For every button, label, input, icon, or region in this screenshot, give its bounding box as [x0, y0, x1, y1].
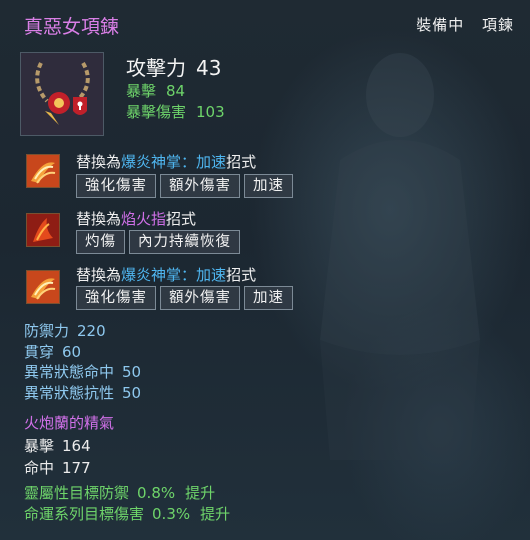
stat-label: 異常狀態命中	[24, 363, 115, 381]
skill-variant[interactable]: 加速	[196, 153, 226, 171]
skill-tag[interactable]: 強化傷害	[76, 174, 156, 198]
skill-tag[interactable]: 強化傷害	[76, 286, 156, 310]
skill-replace-line-1: 替換為爆炎神掌：加速招式	[76, 151, 256, 172]
bonus-line-1: 靈屬性目標防禦 0.8% 提升	[24, 482, 215, 503]
bonus-label: 命運系列目標傷害	[24, 505, 145, 523]
skill-sep: ：	[181, 266, 197, 284]
skill-suffix: 招式	[226, 153, 257, 171]
skill-prefix: 替換為	[76, 266, 122, 284]
skill-tag[interactable]: 加速	[244, 174, 293, 198]
stat-label: 防禦力	[24, 322, 70, 340]
skill-suffix: 招式	[226, 266, 257, 284]
item-tooltip: 真惡女項鍊 裝備中 項鍊 攻擊力 43 暴擊 84 暴擊傷害 103 替換為爆炎…	[0, 0, 530, 540]
skill-tag[interactable]: 內力持續恢復	[129, 230, 240, 254]
bonus-label: 靈屬性目標防禦	[24, 484, 130, 502]
skill-name[interactable]: 爆炎神掌	[121, 153, 181, 171]
skill-tags-2: 灼傷 內力持續恢復	[76, 230, 240, 254]
skill-prefix: 替換為	[76, 153, 122, 171]
skill-tags-3: 強化傷害 額外傷害 加速	[76, 286, 293, 310]
soul-stat-label: 命中	[24, 459, 55, 477]
stat-value: 60	[62, 343, 82, 361]
stat-value: 50	[122, 384, 142, 402]
soul-stat-crit: 暴擊 164	[24, 435, 91, 456]
skill-prefix: 替換為	[76, 210, 122, 228]
skill-replace-line-3: 替換為爆炎神掌：加速招式	[76, 264, 256, 285]
stat-value: 220	[77, 322, 106, 340]
bonus-suffix: 提升	[185, 484, 216, 502]
flame-palm-icon[interactable]	[26, 154, 60, 188]
soul-stat-label: 暴擊	[24, 437, 55, 455]
background-character	[320, 53, 480, 460]
crit-value: 84	[166, 82, 186, 100]
crit-damage-value: 103	[196, 103, 225, 121]
skill-tag[interactable]: 額外傷害	[160, 174, 240, 198]
necklace-icon[interactable]	[20, 52, 104, 136]
skill-suffix: 招式	[166, 210, 197, 228]
skill-tag[interactable]: 灼傷	[76, 230, 125, 254]
equipped-label: 裝備中	[416, 16, 465, 34]
attack-value: 43	[196, 56, 222, 80]
skill-tag[interactable]: 加速	[244, 286, 293, 310]
equip-status: 裝備中 項鍊	[404, 14, 514, 35]
crit-label: 暴擊	[126, 82, 157, 100]
stat-value: 50	[122, 363, 142, 381]
bonus-value: 0.3%	[152, 505, 191, 523]
stat-pierce: 貫穿 60	[24, 341, 81, 362]
crit-damage-label: 暴擊傷害	[126, 103, 187, 121]
skill-tags-1: 強化傷害 額外傷害 加速	[76, 174, 293, 198]
attack-line: 攻擊力 43	[126, 52, 221, 81]
attack-label: 攻擊力	[126, 56, 186, 80]
bonus-value: 0.8%	[137, 484, 176, 502]
skill-name[interactable]: 焰火指	[121, 210, 166, 228]
flame-finger-icon[interactable]	[26, 213, 60, 247]
skill-replace-line-2: 替換為焰火指招式	[76, 208, 196, 229]
stat-label: 異常狀態抗性	[24, 384, 115, 402]
stat-label: 貫穿	[24, 343, 55, 361]
item-name: 真惡女項鍊	[24, 16, 120, 38]
soul-title: 火炮蘭的精氣	[24, 414, 115, 432]
skill-tag[interactable]: 額外傷害	[160, 286, 240, 310]
skill-sep: ：	[181, 153, 197, 171]
bonus-line-2: 命運系列目標傷害 0.3% 提升	[24, 503, 230, 524]
crit-damage-line: 暴擊傷害 103	[126, 101, 225, 122]
skill-name[interactable]: 爆炎神掌	[121, 266, 181, 284]
skill-variant[interactable]: 加速	[196, 266, 226, 284]
stat-status-hit: 異常狀態命中 50	[24, 361, 141, 382]
soul-stat-value: 164	[62, 437, 91, 455]
soul-stat-accuracy: 命中 177	[24, 457, 91, 478]
flame-palm-icon[interactable]	[26, 270, 60, 304]
crit-line: 暴擊 84	[126, 80, 185, 101]
bonus-suffix: 提升	[200, 505, 231, 523]
soul-stat-value: 177	[62, 459, 91, 477]
stat-defense: 防禦力 220	[24, 320, 106, 341]
stat-status-resist: 異常狀態抗性 50	[24, 382, 141, 403]
item-type: 項鍊	[481, 16, 514, 34]
